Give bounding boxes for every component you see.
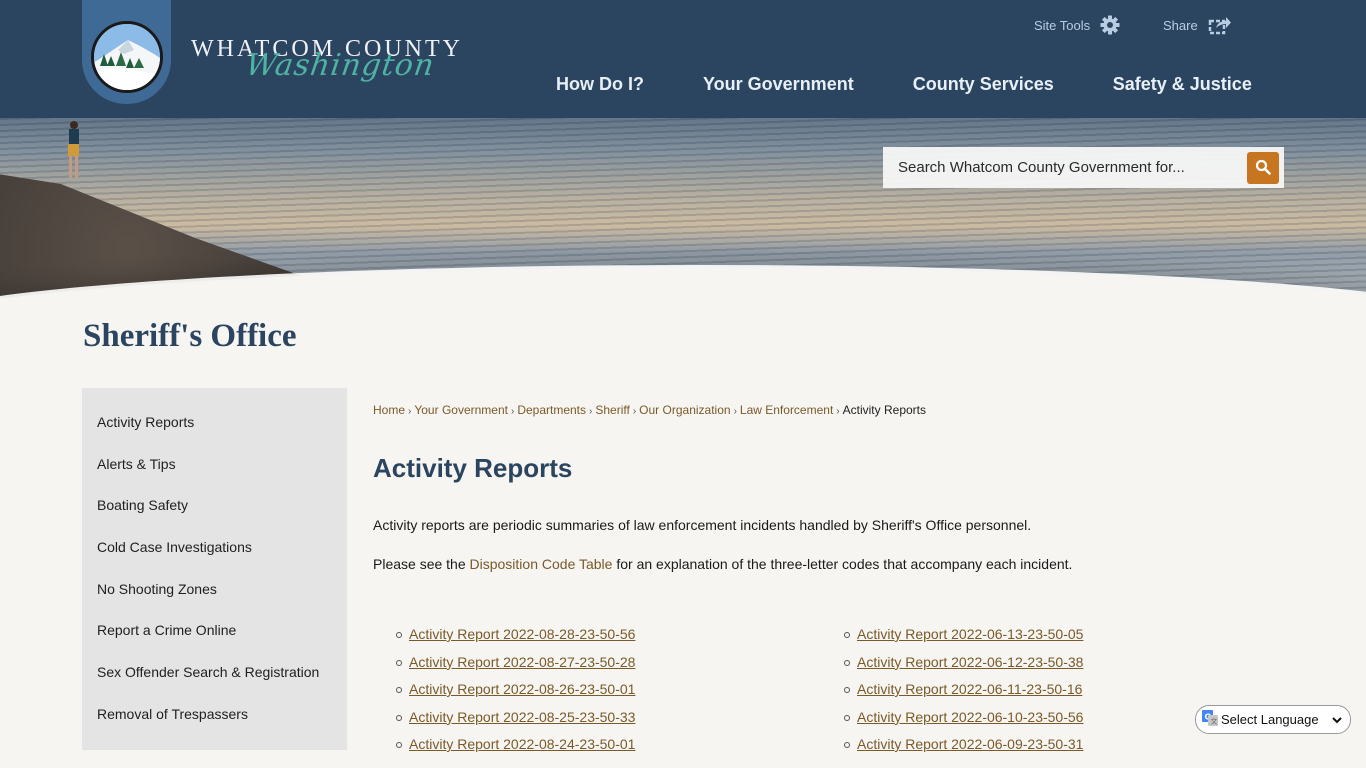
report-list-right: Activity Report 2022-06-13-23-50-05 Acti…	[821, 626, 1269, 764]
google-translate-icon: G 文	[1202, 710, 1218, 729]
report-link[interactable]: Activity Report 2022-06-10-23-50-56	[857, 709, 1083, 725]
sidebar-item-report-crime[interactable]: Report a Crime Online	[82, 610, 347, 652]
breadcrumb-law-enforcement[interactable]: Law Enforcement	[740, 403, 833, 417]
report-link[interactable]: Activity Report 2022-08-25-23-50-33	[409, 709, 635, 725]
site-header: WHATCOM COUNTY Washington Site Tools Sha…	[0, 0, 1366, 118]
intro-text: Activity reports are periodic summaries …	[373, 517, 1032, 533]
share-label: Share	[1163, 17, 1198, 33]
list-item: Activity Report 2022-08-25-23-50-33	[373, 709, 821, 737]
breadcrumb-sheriff[interactable]: Sheriff	[595, 403, 629, 417]
site-tools-button[interactable]: Site Tools	[1034, 15, 1120, 35]
nav-how-do-i[interactable]: How Do I?	[556, 74, 644, 95]
list-item: Activity Report 2022-08-24-23-50-01	[373, 736, 821, 764]
site-search	[883, 147, 1284, 188]
gear-icon	[1100, 15, 1120, 35]
disposition-text-after: for an explanation of the three-letter c…	[612, 556, 1073, 572]
search-icon	[1255, 159, 1271, 178]
page-title: Activity Reports	[373, 453, 573, 483]
report-link[interactable]: Activity Report 2022-06-13-23-50-05	[857, 626, 1083, 642]
site-tools-label: Site Tools	[1034, 17, 1091, 33]
report-link[interactable]: Activity Report 2022-06-09-23-50-31	[857, 736, 1083, 752]
nav-county-services[interactable]: County Services	[913, 74, 1054, 95]
svg-text:文: 文	[1211, 717, 1218, 726]
report-link[interactable]: Activity Report 2022-08-24-23-50-01	[409, 736, 635, 752]
report-lists: Activity Report 2022-08-28-23-50-56 Acti…	[373, 626, 1273, 764]
breadcrumb-separator: ›	[408, 406, 412, 417]
breadcrumb-departments[interactable]: Departments	[517, 403, 586, 417]
sidebar-item-trespassers[interactable]: Removal of Trespassers	[82, 694, 347, 736]
disposition-text-before: Please see the	[373, 556, 470, 572]
share-button[interactable]: Share	[1163, 15, 1232, 35]
sidebar-item-alerts-tips[interactable]: Alerts & Tips	[82, 444, 347, 486]
county-seal-icon	[91, 21, 163, 93]
list-item: Activity Report 2022-08-26-23-50-01	[373, 681, 821, 709]
disposition-code-table-link[interactable]: Disposition Code Table	[470, 556, 613, 572]
sidebar-item-activity-reports[interactable]: Activity Reports	[82, 402, 347, 444]
person-figure	[68, 121, 79, 178]
list-item: Activity Report 2022-08-28-23-50-56	[373, 626, 821, 654]
breadcrumb-separator: ›	[836, 406, 840, 417]
breadcrumb-home[interactable]: Home	[373, 403, 405, 417]
report-link[interactable]: Activity Report 2022-06-12-23-50-38	[857, 654, 1083, 670]
search-button[interactable]	[1247, 152, 1279, 184]
breadcrumb-separator: ›	[510, 406, 515, 417]
report-link[interactable]: Activity Report 2022-08-26-23-50-01	[409, 681, 635, 697]
breadcrumb-separator: ›	[632, 406, 637, 417]
hero-banner-image	[0, 118, 1366, 298]
sidebar-nav: Activity Reports Alerts & Tips Boating S…	[82, 388, 347, 750]
list-item: Activity Report 2022-06-12-23-50-38	[821, 654, 1269, 682]
department-title: Sheriff's Office	[83, 318, 297, 354]
breadcrumb-your-government[interactable]: Your Government	[414, 403, 508, 417]
home-logo-link[interactable]	[82, 0, 171, 104]
breadcrumb-current: Activity Reports	[842, 403, 926, 417]
main-nav: How Do I? Your Government County Service…	[556, 74, 1252, 95]
main-content: Home › Your Government › Departments › Sheriff…	[373, 400, 1273, 752]
select-language-dropdown[interactable]: G 文 Select Language	[1195, 705, 1351, 734]
select-language-label: Select Language	[1221, 712, 1319, 727]
sidebar-item-cold-case[interactable]: Cold Case Investigations	[82, 527, 347, 569]
nav-safety-justice[interactable]: Safety & Justice	[1113, 74, 1252, 95]
breadcrumb: Home › Your Government › Departments › Sheriff…	[373, 400, 1273, 420]
disposition-text: Please see the Disposition Code Table fo…	[373, 556, 1273, 572]
report-link[interactable]: Activity Report 2022-08-28-23-50-56	[409, 626, 635, 642]
nav-your-government[interactable]: Your Government	[703, 74, 854, 95]
report-list-left: Activity Report 2022-08-28-23-50-56 Acti…	[373, 626, 821, 764]
list-item: Activity Report 2022-08-27-23-50-28	[373, 654, 821, 682]
logo-state-name: Washington	[243, 48, 437, 83]
report-link[interactable]: Activity Report 2022-08-27-23-50-28	[409, 654, 635, 670]
search-input[interactable]	[883, 159, 1243, 176]
breadcrumb-separator: ›	[589, 406, 593, 417]
share-icon	[1208, 15, 1232, 35]
sidebar-item-no-shooting-zones[interactable]: No Shooting Zones	[82, 569, 347, 611]
sidebar-item-sex-offender[interactable]: Sex Offender Search & Registration	[82, 652, 347, 694]
site-logo-text[interactable]: WHATCOM COUNTY Washington	[191, 36, 463, 83]
sidebar-item-boating-safety[interactable]: Boating Safety	[82, 485, 347, 527]
breadcrumb-our-organization[interactable]: Our Organization	[639, 403, 730, 417]
list-item: Activity Report 2022-06-09-23-50-31	[821, 736, 1269, 764]
list-item: Activity Report 2022-06-11-23-50-16	[821, 681, 1269, 709]
breadcrumb-separator: ›	[733, 406, 737, 417]
list-item: Activity Report 2022-06-13-23-50-05	[821, 626, 1269, 654]
chevron-down-icon	[1332, 712, 1342, 727]
report-link[interactable]: Activity Report 2022-06-11-23-50-16	[857, 681, 1082, 697]
